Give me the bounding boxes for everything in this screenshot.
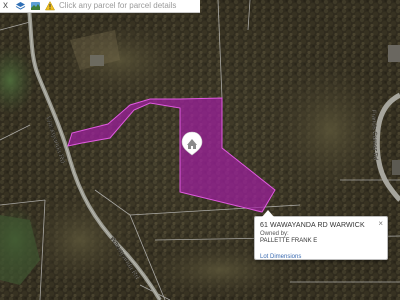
parcel-address: 61 WAWAYANDA RD WARWICK xyxy=(260,222,365,229)
parcel-popup: × 61 WAWAYANDA RD WARWICK Owned by: PALL… xyxy=(254,210,388,261)
basemap-icon[interactable] xyxy=(29,1,41,12)
close-toolbar-button[interactable]: x xyxy=(3,1,11,11)
owned-by-label: Owned by: xyxy=(260,231,289,237)
house-roof xyxy=(90,55,104,66)
house-roof xyxy=(388,45,400,62)
parcel-hint-text: Click any parcel for parcel details xyxy=(59,1,177,10)
map-toolbar: x Click any parcel for parcel details xyxy=(0,0,200,13)
house-roof xyxy=(392,160,400,175)
popup-close-button[interactable]: × xyxy=(378,220,383,228)
warning-icon xyxy=(44,1,56,12)
parcel-owner: PALLETTE FRANK E xyxy=(260,238,318,244)
layers-icon[interactable] xyxy=(14,1,26,12)
lot-dimensions-link[interactable]: Lot Dimensions xyxy=(260,253,301,261)
